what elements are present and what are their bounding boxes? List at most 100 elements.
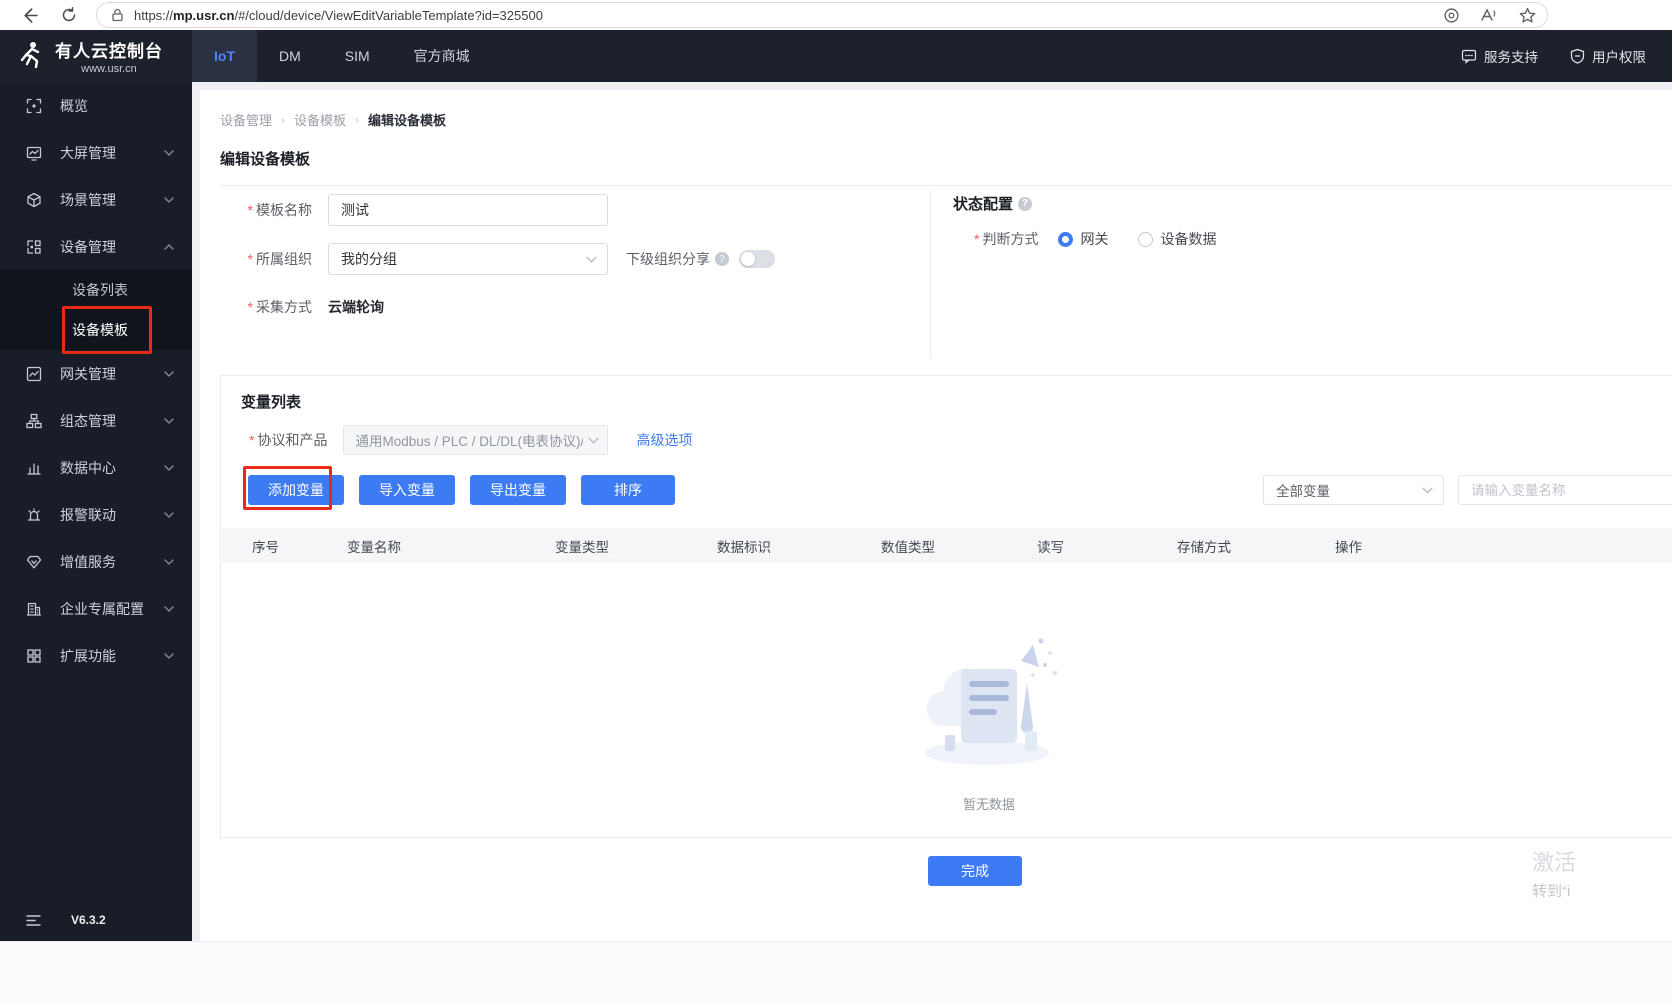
extension-icon xyxy=(27,648,41,663)
toggle-knob xyxy=(741,252,755,266)
column-header-actions: 操作 xyxy=(1335,539,1362,555)
favorite-star-icon[interactable] xyxy=(1516,4,1538,26)
import-variable-button[interactable]: 导入变量 xyxy=(359,475,455,505)
sidebar-item-device-list[interactable]: 设备列表 xyxy=(0,270,192,310)
chevron-down-icon xyxy=(164,558,174,565)
user-permission-label: 用户权限 xyxy=(1592,50,1646,65)
bottom-strip xyxy=(0,941,1672,1003)
empty-state-text: 暂无数据 xyxy=(962,797,1015,812)
top-nav: IoT DM SIM 官方商城 xyxy=(192,30,492,82)
sidebar-item-gateway[interactable]: 网关管理 xyxy=(0,350,192,397)
required-marker: * xyxy=(249,432,255,448)
alarm-icon xyxy=(27,507,41,521)
organization-select[interactable]: 我的分组 xyxy=(328,243,608,275)
chevron-down-icon xyxy=(588,437,600,444)
protocol-product-value: 通用Modbus / PLC / DL/DL(电表协议)/DL/T64 xyxy=(355,434,583,449)
column-header-data-id: 数据标识 xyxy=(717,539,771,555)
app-title: 有人云控制台 xyxy=(55,42,163,61)
column-header-read-write: 读写 xyxy=(1037,539,1064,555)
required-marker: * xyxy=(247,251,253,267)
template-name-input[interactable] xyxy=(328,194,608,226)
sidebar-item-label: 增值服务 xyxy=(60,553,116,570)
brand-logo[interactable]: 有人云控制台 www.usr.cn xyxy=(0,30,192,82)
breadcrumb: 设备管理 › 设备模板 › 编辑设备模板 xyxy=(220,110,446,129)
breadcrumb-separator: › xyxy=(355,112,360,127)
breadcrumb-device-template[interactable]: 设备模板 xyxy=(294,110,346,129)
chat-icon xyxy=(1461,48,1477,64)
divider xyxy=(220,185,1672,186)
tab-sim[interactable]: SIM xyxy=(323,30,392,82)
sidebar-item-label: 场景管理 xyxy=(60,191,116,208)
overview-icon xyxy=(26,98,42,113)
finish-button[interactable]: 完成 xyxy=(928,856,1022,886)
required-marker: * xyxy=(974,231,980,247)
sidebar-item-value-service[interactable]: 增值服务 xyxy=(0,538,192,585)
value-service-icon xyxy=(26,555,42,568)
protocol-product-label: * 协议和产品 xyxy=(249,432,328,448)
template-name-label: * 模板名称 xyxy=(247,202,312,218)
variable-list-panel: 变量列表 * 协议和产品 通用Modbus / PLC / DL/DL(电表协议)… xyxy=(220,375,1672,838)
back-icon[interactable] xyxy=(18,4,40,26)
sidebar-item-device-template[interactable]: 设备模板 xyxy=(0,310,192,350)
column-header-name: 变量名称 xyxy=(347,539,401,555)
sidebar-item-data-center[interactable]: 数据中心 xyxy=(0,444,192,491)
collect-method-value: 云端轮询 xyxy=(328,299,384,315)
help-icon[interactable]: ? xyxy=(715,252,729,266)
device-icon xyxy=(27,239,41,254)
chevron-down-icon xyxy=(164,149,174,156)
organization-label: * 所属组织 xyxy=(247,251,312,267)
sidebar-item-device[interactable]: 设备管理 xyxy=(0,223,192,270)
sidebar-item-overview[interactable]: 概览 xyxy=(0,82,192,129)
sidebar-item-extensions[interactable]: 扩展功能 xyxy=(0,632,192,679)
sidebar-item-big-screen[interactable]: 大屏管理 xyxy=(0,129,192,176)
chevron-down-icon xyxy=(164,652,174,659)
sidebar-item-enterprise-config[interactable]: 企业专属配置 xyxy=(0,585,192,632)
tab-official-store[interactable]: 官方商城 xyxy=(392,30,492,82)
send-to-device-icon[interactable] xyxy=(1440,4,1462,26)
export-variable-button[interactable]: 导出变量 xyxy=(470,475,566,505)
breadcrumb-device-management[interactable]: 设备管理 xyxy=(220,110,272,129)
sidebar-item-scene[interactable]: 场景管理 xyxy=(0,176,192,223)
tab-dm[interactable]: DM xyxy=(257,30,323,82)
collect-method-label: * 采集方式 xyxy=(247,299,312,315)
column-header-storage: 存储方式 xyxy=(1177,539,1231,555)
read-aloud-icon[interactable] xyxy=(1478,4,1500,26)
variable-filter-value: 全部变量 xyxy=(1276,484,1330,499)
radio-device-data[interactable]: 设备数据 xyxy=(1138,229,1216,249)
radio-gateway[interactable]: 网关 xyxy=(1058,229,1108,249)
sidebar-item-label: 概览 xyxy=(60,97,88,114)
address-bar[interactable]: https://mp.usr.cn/#/cloud/device/ViewEdi… xyxy=(96,2,1548,28)
divider xyxy=(930,190,931,358)
empty-state-illustration xyxy=(909,631,1069,781)
add-variable-button[interactable]: 添加变量 xyxy=(248,475,344,505)
watermark-line2: 转到“i xyxy=(1532,883,1571,900)
sub-org-share-toggle[interactable] xyxy=(739,250,775,268)
chevron-down-icon xyxy=(164,370,174,377)
variable-table-header: 序号 变量名称 变量类型 数据标识 数值类型 读写 存储方式 操作 xyxy=(222,528,1672,563)
topology-icon xyxy=(26,413,42,428)
collapse-sidebar-icon[interactable] xyxy=(26,914,41,927)
sidebar-item-label: 企业专属配置 xyxy=(60,600,144,617)
sidebar-item-label: 大屏管理 xyxy=(60,144,116,161)
sort-button[interactable]: 排序 xyxy=(581,475,675,505)
watermark-line1: 激活 xyxy=(1532,850,1577,875)
data-center-icon xyxy=(27,462,41,475)
sidebar-item-label: 数据中心 xyxy=(60,459,116,476)
sidebar-item-topology[interactable]: 组态管理 xyxy=(0,397,192,444)
tab-iot[interactable]: IoT xyxy=(192,30,257,82)
sidebar-item-alarm[interactable]: 报警联动 xyxy=(0,491,192,538)
sidebar-item-label: 网关管理 xyxy=(60,365,116,382)
sidebar-item-label: 设备管理 xyxy=(60,238,116,255)
variable-search-input[interactable] xyxy=(1458,475,1672,505)
advanced-options-link[interactable]: 高级选项 xyxy=(636,430,692,450)
url-text: https://mp.usr.cn/#/cloud/device/ViewEdi… xyxy=(134,7,543,23)
enterprise-icon xyxy=(26,602,42,616)
help-icon[interactable]: ? xyxy=(1018,196,1033,211)
column-header-value-type: 数值类型 xyxy=(881,539,935,555)
refresh-icon[interactable] xyxy=(58,4,80,26)
service-support-link[interactable]: 服务支持 xyxy=(1461,46,1538,66)
variable-filter-select[interactable]: 全部变量 xyxy=(1263,475,1444,505)
scene-icon xyxy=(27,192,41,207)
main-content: 设备管理 › 设备模板 › 编辑设备模板 编辑设备模板 *模板名称 *所属组织 … xyxy=(192,82,1672,941)
user-permission-link[interactable]: 用户权限 xyxy=(1570,46,1646,66)
